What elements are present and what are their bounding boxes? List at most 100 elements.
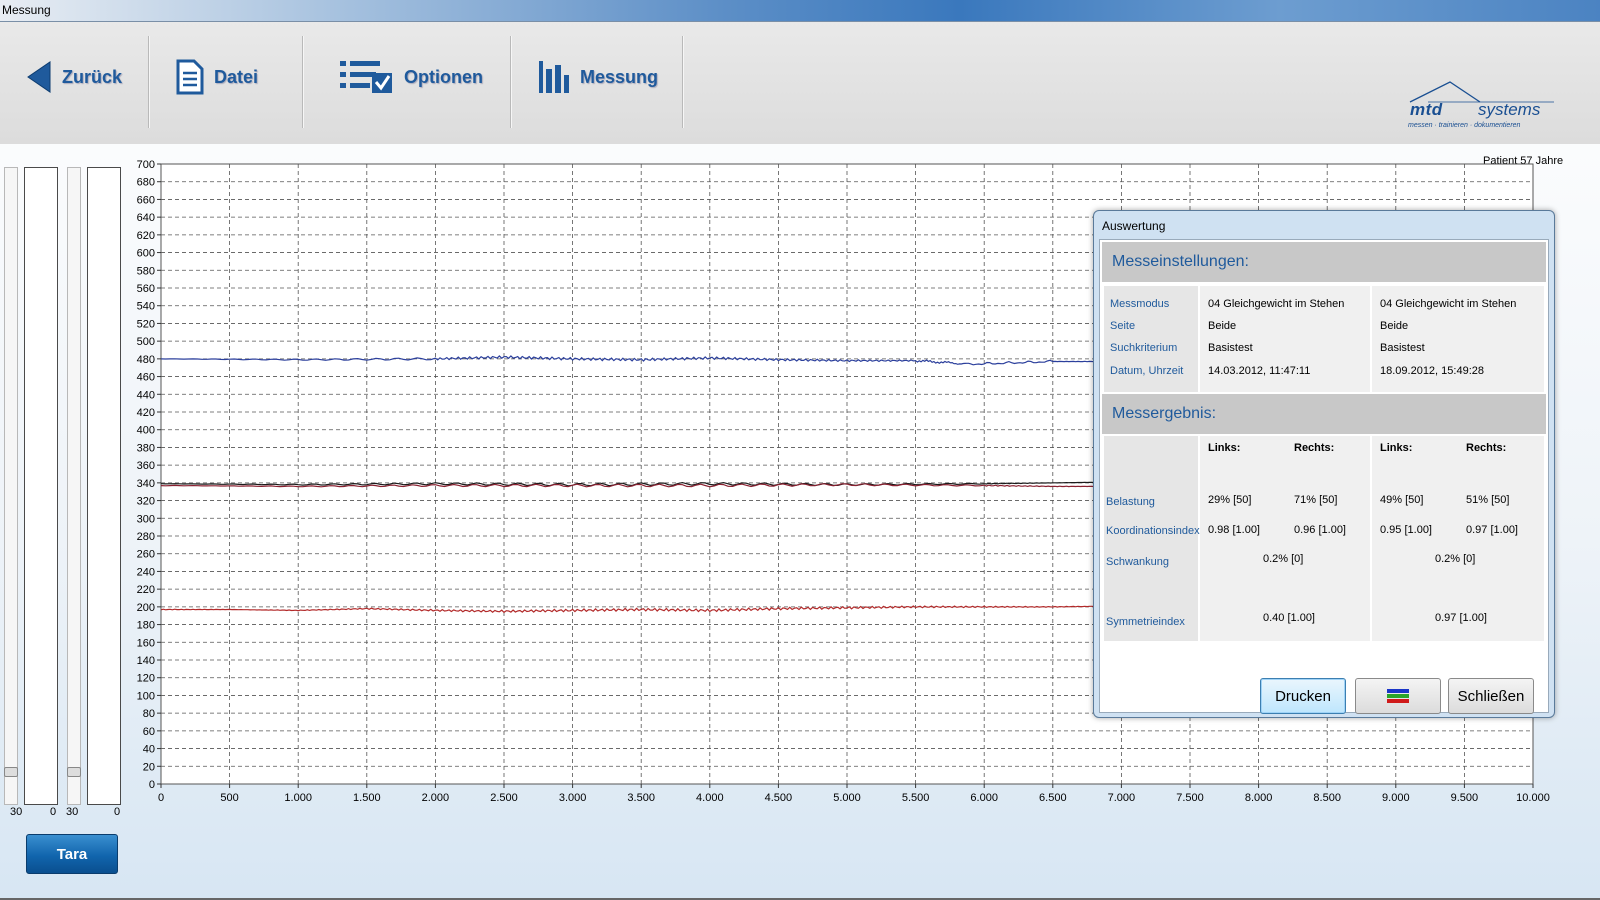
left-slider-track[interactable] (4, 167, 18, 805)
x-tick-label: 500 (220, 792, 238, 804)
logo-tagline: messen · trainieren · dokumentieren (1408, 122, 1521, 129)
settings-value: Beide (1208, 320, 1237, 332)
y-tick-label: 280 (137, 531, 155, 543)
y-tick-label: 200 (137, 602, 155, 614)
file-button[interactable]: Datei (176, 22, 258, 132)
y-tick-label: 260 (137, 549, 155, 561)
y-tick-label: 80 (143, 708, 155, 720)
koordination-rechts: 0.97 [1.00] (1466, 524, 1518, 536)
y-tick-label: 360 (137, 460, 155, 472)
y-tick-label: 560 (137, 283, 155, 295)
y-tick-label: 320 (137, 496, 155, 508)
rechts-header: Rechts: (1466, 442, 1507, 454)
bar-chart-icon (539, 61, 569, 93)
color-button[interactable] (1355, 678, 1441, 714)
right-slider-track[interactable] (67, 167, 81, 805)
y-tick-label: 420 (137, 407, 155, 419)
options-button[interactable]: Optionen (340, 22, 483, 132)
x-tick-label: 9.500 (1451, 792, 1479, 804)
right-slider-thumb[interactable] (67, 767, 81, 778)
x-tick-label: 8.500 (1313, 792, 1341, 804)
y-tick-label: 40 (143, 744, 155, 756)
right-level-panel (87, 167, 121, 805)
koordination-rechts: 0.96 [1.00] (1294, 524, 1346, 536)
belastung-links: 49% [50] (1380, 494, 1424, 506)
settings-value: Basistest (1380, 342, 1425, 354)
x-tick-label: 3.500 (627, 792, 655, 804)
schwankung-value: 0.2% [0] (1263, 553, 1304, 565)
y-tick-label: 660 (137, 194, 155, 206)
x-tick-label: 1.000 (284, 792, 312, 804)
file-button-label: Datei (214, 66, 259, 87)
logo-name-systems: systems (1478, 100, 1541, 119)
left-level-panel (24, 167, 58, 805)
x-tick-label: 0 (158, 792, 164, 804)
y-tick-label: 300 (137, 513, 155, 525)
measure-button[interactable]: Messung (538, 22, 658, 132)
settings-column-1: 04 Gleichgewicht im Stehen Beide Basiste… (1200, 286, 1370, 392)
x-tick-label: 1.500 (353, 792, 381, 804)
results-label: Symmetrieindex (1106, 616, 1185, 628)
color-bars-icon (1387, 689, 1409, 703)
y-tick-label: 60 (143, 726, 155, 738)
x-tick-label: 3.000 (559, 792, 587, 804)
left-slider-thumb[interactable] (4, 767, 18, 778)
symmetrie-value: 0.40 [1.00] (1263, 612, 1315, 624)
results-column-2: Links: Rechts: 49% [50] 51% [50] 0.95 [1… (1372, 436, 1544, 641)
y-tick-label: 20 (143, 761, 155, 773)
results-label: Koordinationsindex (1106, 525, 1200, 537)
x-tick-label: 5.000 (833, 792, 861, 804)
settings-label: Messmodus (1110, 298, 1170, 310)
x-tick-label: 8.000 (1245, 792, 1273, 804)
y-tick-label: 140 (137, 655, 155, 667)
y-tick-label: 640 (137, 212, 155, 224)
koordination-links: 0.98 [1.00] (1208, 524, 1260, 536)
x-tick-label: 5.500 (902, 792, 930, 804)
y-tick-label: 400 (137, 425, 155, 437)
settings-label-column: Messmodus Seite Suchkriterium Datum, Uhr… (1104, 286, 1198, 392)
close-button[interactable]: Schließen (1448, 678, 1534, 714)
y-tick-label: 220 (137, 584, 155, 596)
options-button-label: Optionen (404, 66, 483, 87)
evaluation-dialog: Auswertung Messeinstellungen: Messmodus … (1093, 210, 1555, 718)
y-tick-label: 580 (137, 265, 155, 277)
links-header: Links: (1380, 442, 1413, 454)
mtd-logo: mtd systems messen · trainieren · dokume… (1408, 80, 1558, 136)
window-titlebar: Messung (0, 0, 1600, 22)
x-tick-label: 9.000 (1382, 792, 1410, 804)
print-button[interactable]: Drucken (1260, 678, 1346, 714)
symmetrie-value: 0.97 [1.00] (1435, 612, 1487, 624)
toolbar-separator (682, 36, 683, 128)
settings-value: Beide (1380, 320, 1409, 332)
x-tick-label: 7.000 (1108, 792, 1136, 804)
document-icon (176, 59, 204, 95)
settings-value: Basistest (1208, 342, 1253, 354)
x-tick-label: 10.000 (1516, 792, 1550, 804)
right-slider-max-label: 30 (66, 806, 79, 818)
belastung-rechts: 51% [50] (1466, 494, 1510, 506)
toolbar: Zurück Datei Optionen Messung mtd system… (0, 22, 1600, 144)
y-tick-label: 0 (149, 779, 155, 791)
back-button[interactable]: Zurück (26, 22, 122, 132)
y-tick-label: 680 (137, 177, 155, 189)
measure-button-label: Messung (580, 66, 659, 87)
belastung-links: 29% [50] (1208, 494, 1252, 506)
x-tick-label: 4.500 (765, 792, 793, 804)
links-header: Links: (1208, 442, 1241, 454)
y-tick-label: 120 (137, 673, 155, 685)
rechts-header: Rechts: (1294, 442, 1335, 454)
settings-label: Suchkriterium (1110, 342, 1178, 354)
results-heading: Messergebnis: (1102, 394, 1546, 434)
tara-button[interactable]: Tara (26, 834, 118, 874)
toolbar-separator (148, 36, 149, 128)
left-slider-min-label: 0 (50, 806, 57, 818)
y-tick-label: 180 (137, 620, 155, 632)
y-tick-label: 240 (137, 566, 155, 578)
toolbar-separator (302, 36, 303, 128)
results-label: Belastung (1106, 496, 1155, 508)
settings-label: Datum, Uhrzeit (1110, 365, 1184, 377)
settings-value: 04 Gleichgewicht im Stehen (1208, 298, 1345, 310)
y-tick-label: 100 (137, 690, 155, 702)
y-tick-label: 440 (137, 389, 155, 401)
y-tick-label: 500 (137, 336, 155, 348)
